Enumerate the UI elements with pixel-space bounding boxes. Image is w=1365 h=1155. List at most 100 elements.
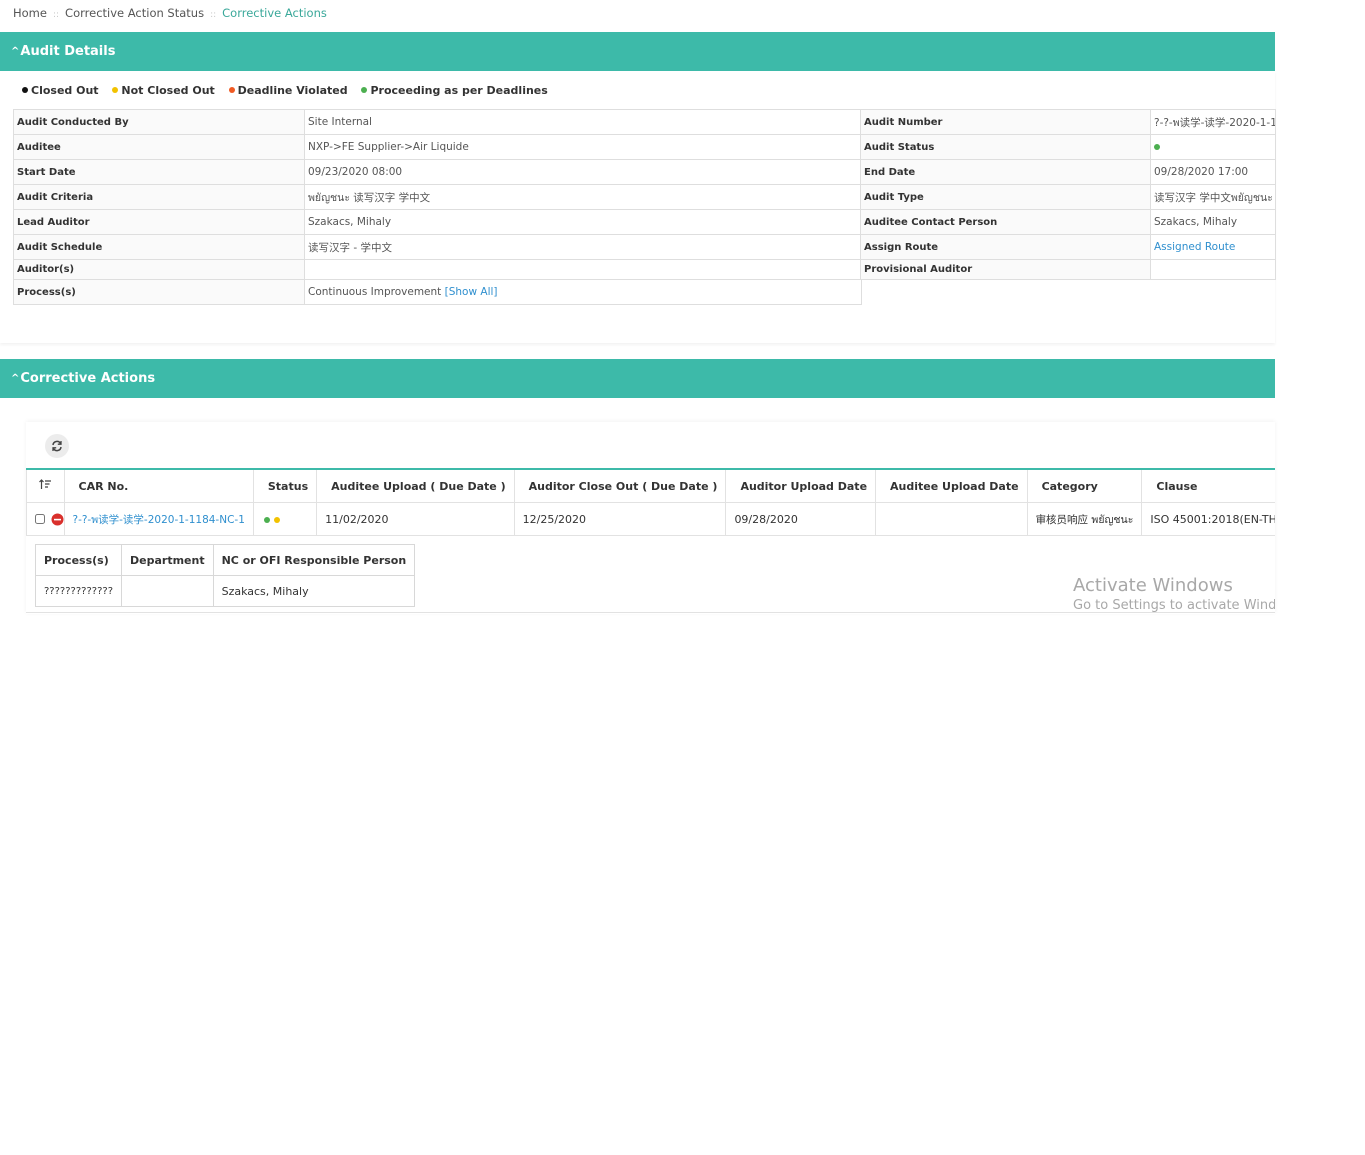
category-cell: 审核员响应 พยัญชนะ [1026, 502, 1143, 536]
corrective-actions-table: CAR No. Status Auditee Upload ( Due Date… [26, 468, 1275, 536]
department-cell [121, 575, 214, 607]
chevron-up-icon[interactable]: ^ [11, 359, 19, 398]
col-process: Process(s) [35, 544, 122, 576]
audit-criteria-value: พยัญชนะ 读写汉字 学中文 [304, 184, 862, 210]
breadcrumb-corrective-action-status[interactable]: Corrective Action Status [65, 6, 204, 20]
show-all-link[interactable]: [Show All] [445, 286, 498, 298]
process-detail-table: Process(s) Department NC or OFI Responsi… [35, 544, 416, 607]
legend-not-closed-out: Not Closed Out [112, 84, 215, 97]
sort-icon[interactable] [38, 479, 52, 490]
auditor-close-out-due-cell: 12/25/2020 [513, 502, 727, 536]
legend-proceeding: Proceeding as per Deadlines [361, 84, 548, 97]
detail-row: Auditor(s) [13, 259, 862, 280]
table-header-row: CAR No. Status Auditee Upload ( Due Date… [26, 468, 1275, 503]
assign-route-cell: Assigned Route [1150, 234, 1276, 260]
audit-type-label: Audit Type [860, 184, 1151, 210]
start-date-value: 09/23/2020 08:00 [304, 159, 862, 185]
end-date-value: 09/28/2020 17:00 [1150, 159, 1276, 185]
sub-table-header-row: Process(s) Department NC or OFI Responsi… [35, 544, 416, 576]
col-department: Department [121, 544, 214, 576]
col-car-no[interactable]: CAR No. [63, 468, 254, 503]
auditee-upload-date-cell [875, 502, 1028, 536]
col-auditor-close-out-due[interactable]: Auditor Close Out ( Due Date ) [513, 468, 727, 503]
row-checkbox[interactable] [35, 514, 45, 525]
sub-table-row: ????????????? Szakacs, Mihaly [35, 575, 416, 607]
clause-cell: ISO 45001:2018(EN-TH [1141, 502, 1275, 536]
processes-cell: Continuous Improvement [Show All] [304, 279, 862, 305]
assigned-route-link[interactable]: Assigned Route [1154, 241, 1235, 253]
auditor-upload-date-cell: 09/28/2020 [725, 502, 877, 536]
audit-schedule-label: Audit Schedule [13, 234, 305, 260]
col-clause[interactable]: Clause [1141, 468, 1275, 503]
breadcrumb-home[interactable]: Home [13, 6, 47, 20]
legend-deadline-violated: Deadline Violated [228, 84, 348, 97]
collapse-row-icon[interactable] [51, 513, 64, 526]
audit-conducted-by-label: Audit Conducted By [13, 109, 305, 135]
status-cell [252, 502, 318, 536]
audit-details-header[interactable]: ^Audit Details [0, 32, 1275, 71]
black-dot-icon [22, 87, 28, 93]
audit-status-value [1150, 134, 1276, 160]
auditee-contact-label: Auditee Contact Person [860, 209, 1151, 235]
col-auditee-upload-date[interactable]: Auditee Upload Date [875, 468, 1028, 503]
col-auditor-upload-date[interactable]: Auditor Upload Date [725, 468, 877, 503]
detail-row: End Date 09/28/2020 17:00 [860, 159, 1276, 185]
col-responsible-person: NC or OFI Responsible Person [212, 544, 416, 576]
assign-route-label: Assign Route [860, 234, 1151, 260]
chevron-up-icon[interactable]: ^ [11, 32, 19, 71]
breadcrumb-separator: :: [210, 10, 217, 20]
end-date-label: End Date [860, 159, 1151, 185]
auditee-label: Auditee [13, 134, 305, 160]
auditors-label: Auditor(s) [13, 259, 305, 280]
detail-row: Provisional Auditor [860, 259, 1276, 280]
breadcrumb-current: Corrective Actions [222, 6, 327, 20]
provisional-auditor-label: Provisional Auditor [860, 259, 1151, 280]
green-dot-icon [361, 87, 368, 93]
legend-closed-out: Closed Out [22, 84, 99, 97]
table-row: ?-?-พ读学-读学-2020-1-1184-NC-1 11/02/2020 1… [26, 502, 1275, 536]
lead-auditor-value: Szakacs, Mihaly [304, 209, 862, 235]
audit-number-label: Audit Number [860, 109, 1151, 135]
detail-row: Lead Auditor Szakacs, Mihaly [13, 209, 862, 235]
activate-windows-watermark: Activate Windows Go to Settings to activ… [1073, 575, 1275, 613]
watermark-line1: Activate Windows [1073, 575, 1233, 596]
detail-row: Assign Route Assigned Route [860, 234, 1276, 260]
auditors-value [304, 259, 862, 280]
row-select-cell [26, 502, 65, 536]
car-no-link[interactable]: ?-?-พ读学-读学-2020-1-1184-NC-1 [73, 514, 245, 526]
audit-conducted-by-value: Site Internal [304, 109, 862, 135]
breadcrumb: Home:: Corrective Action Status:: Correcti… [13, 6, 327, 20]
refresh-button[interactable] [45, 434, 69, 458]
detail-row: Auditee Contact Person Szakacs, Mihaly [860, 209, 1276, 235]
provisional-auditor-value [1150, 259, 1276, 280]
orange-dot-icon [228, 87, 235, 93]
yellow-dot-icon [273, 516, 280, 523]
watermark-line2: Go to Settings to activate Windows. [1073, 598, 1275, 613]
process-cell: ????????????? [35, 575, 122, 607]
audit-type-value: 读写汉字 学中文พยัญชนะ [1150, 184, 1276, 210]
col-status[interactable]: Status [252, 468, 318, 503]
audit-schedule-value: 读写汉字 - 学中文 [304, 234, 862, 260]
responsible-person-cell: Szakacs, Mihaly [212, 575, 416, 607]
refresh-icon [52, 440, 62, 452]
processes-label: Process(s) [13, 279, 305, 305]
corrective-actions-title: Corrective Actions [20, 371, 156, 386]
yellow-dot-icon [112, 87, 119, 93]
auditee-contact-value: Szakacs, Mihaly [1150, 209, 1276, 235]
column-sort-header[interactable] [26, 468, 65, 503]
start-date-label: Start Date [13, 159, 305, 185]
audit-number-value: ?-?-พ读学-读学-2020-1-1 [1150, 109, 1276, 135]
status-legend: Closed Out Not Closed Out Deadline Viola… [22, 84, 558, 97]
detail-row: Audit Conducted By Site Internal [13, 109, 862, 135]
detail-row: Audit Schedule 读写汉字 - 学中文 [13, 234, 862, 260]
green-dot-icon [1154, 144, 1160, 150]
col-auditee-upload-due[interactable]: Auditee Upload ( Due Date ) [316, 468, 515, 503]
col-category[interactable]: Category [1026, 468, 1143, 503]
detail-row: Start Date 09/23/2020 08:00 [13, 159, 862, 185]
car-no-cell: ?-?-พ读学-读学-2020-1-1184-NC-1 [63, 502, 254, 536]
detail-row: Audit Status [860, 134, 1276, 160]
auditee-upload-due-cell: 11/02/2020 [316, 502, 515, 536]
detail-row: Process(s) Continuous Improvement [Show … [13, 279, 862, 305]
audit-details-right-table: Audit Number ?-?-พ读学-读学-2020-1-1 Audit S… [860, 109, 1276, 280]
corrective-actions-header[interactable]: ^Corrective Actions [0, 359, 1275, 398]
